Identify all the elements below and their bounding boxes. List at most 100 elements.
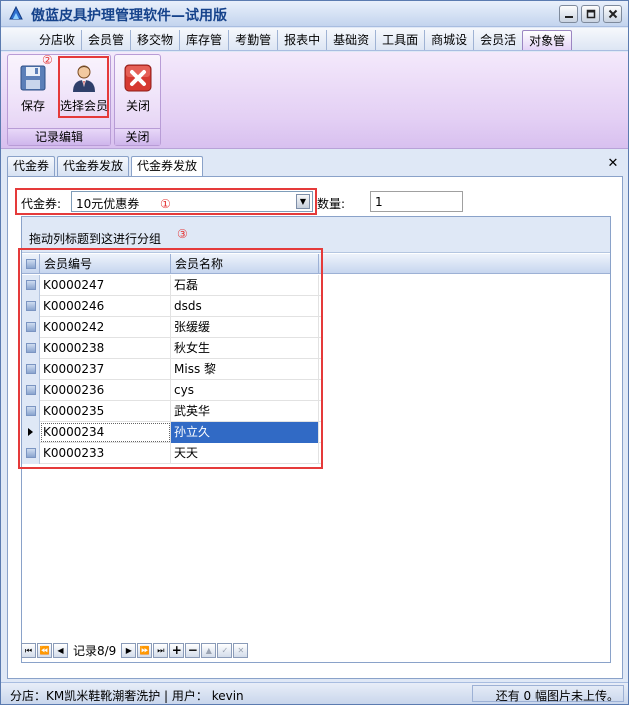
header-indicator (22, 254, 40, 274)
restore-icon (586, 9, 595, 19)
grid-rows: K0000247 石磊 K0000246 dsds K0000242 张缓缓 K… (22, 275, 322, 464)
minimize-button[interactable] (559, 5, 578, 23)
row-indicator (22, 443, 40, 464)
menu-tab-basic-data[interactable]: 基础资 (326, 30, 375, 50)
menu-bar: 分店收 会员管 移交物 库存管 考勤管 报表中 基础资 工具面 商城设 会员活 … (1, 28, 628, 51)
member-code-cell[interactable]: K0000246 (40, 296, 171, 317)
table-row-selected[interactable]: K0000234 孙立久 (22, 422, 322, 443)
window-controls (559, 5, 622, 23)
row-indicator (22, 317, 40, 338)
annotation-marker-1: ① (160, 197, 171, 211)
table-row[interactable]: K0000233 天天 (22, 443, 322, 464)
column-header-member-code[interactable]: 会员编号 (40, 254, 171, 274)
select-member-button-label: 选择会员 (60, 99, 109, 113)
menu-tab-mall[interactable]: 商城设 (424, 30, 473, 50)
ribbon-group-label-record-edit: 记录编辑 (8, 128, 110, 145)
current-row-arrow-icon (28, 428, 33, 436)
table-row[interactable]: K0000237 Miss 黎 (22, 359, 322, 380)
member-name-cell[interactable]: 石磊 (171, 275, 319, 296)
cancel-edit-icon[interactable]: ✕ (233, 642, 249, 658)
member-name-cell[interactable]: dsds (171, 296, 319, 317)
group-by-hint: 拖动列标题到这进行分组 (29, 232, 162, 246)
menu-tab-reports[interactable]: 报表中 (277, 30, 326, 50)
row-indicator (22, 338, 40, 359)
member-code-cell[interactable]: K0000235 (40, 401, 171, 422)
member-name-cell[interactable]: 秋女生 (171, 338, 319, 359)
table-row[interactable]: K0000235 武英华 (22, 401, 322, 422)
menu-tab-tools[interactable]: 工具面 (375, 30, 424, 50)
ribbon-group-close: 关闭 关闭 (114, 54, 161, 146)
prev-page-icon[interactable]: ⏪ (37, 642, 52, 658)
member-person-icon (72, 65, 95, 92)
ribbon: 保存 选择会员 ② 记录编辑 关闭 关闭 (1, 52, 628, 149)
prev-record-icon[interactable]: ◀ (53, 642, 68, 658)
member-name-cell[interactable]: 张缓缓 (171, 317, 319, 338)
post-edit-icon[interactable]: ✓ (217, 642, 233, 658)
row-indicator (22, 275, 40, 296)
row-indicator (22, 296, 40, 317)
table-row[interactable]: K0000246 dsds (22, 296, 322, 317)
ribbon-group-label-close: 关闭 (115, 128, 160, 145)
row-indicator-current (22, 422, 40, 443)
doc-tab-coupon-issue-2[interactable]: 代金券发放 (131, 156, 204, 177)
red-x-close-icon (124, 64, 152, 92)
grid-header: 会员编号 会员名称 (22, 254, 610, 274)
close-window-button[interactable] (603, 5, 622, 23)
member-name-cell[interactable]: Miss 黎 (171, 359, 319, 380)
table-row[interactable]: K0000247 石磊 (22, 275, 322, 296)
member-name-cell[interactable]: 武英华 (171, 401, 319, 422)
record-navigator: ⏮ ⏪ ◀ 记录8/9 ▶ ⏩ ⏭ + − ▲ ✓ ✕ (21, 640, 611, 660)
menu-tab-object-manage[interactable]: 对象管 (522, 30, 573, 50)
member-code-cell[interactable]: K0000237 (40, 359, 171, 380)
chevron-down-icon[interactable]: ▼ (296, 194, 310, 209)
status-upload-info: 还有 0 幅图片未上传。 (472, 685, 624, 703)
member-name-cell[interactable]: 孙立久 (171, 422, 319, 443)
last-record-icon[interactable]: ⏭ (153, 642, 169, 658)
member-code-cell[interactable]: K0000236 (40, 380, 171, 401)
table-row[interactable]: K0000242 张缓缓 (22, 317, 322, 338)
edit-record-icon[interactable]: ▲ (201, 642, 217, 658)
row-indicator (22, 401, 40, 422)
group-by-panel[interactable]: 拖动列标题到这进行分组 ③ (22, 217, 610, 253)
member-code-cell[interactable]: K0000234 (40, 422, 171, 443)
ribbon-group-record-edit: 保存 选择会员 ② 记录编辑 (7, 54, 111, 146)
menu-tab-member[interactable]: 会员管 (81, 30, 130, 50)
doc-tab-coupon-issue-1[interactable]: 代金券发放 (57, 156, 130, 176)
add-record-icon[interactable]: + (169, 642, 185, 658)
quantity-label: 数量: (317, 197, 346, 211)
restore-button[interactable] (581, 5, 600, 23)
menu-tab-inventory[interactable]: 库存管 (179, 30, 228, 50)
app-window: 傲蓝皮具护理管理软件—试用版 分店收 会员管 移交物 库存管 考勤管 报表中 基… (0, 0, 629, 705)
next-record-icon[interactable]: ▶ (121, 642, 137, 658)
member-code-cell[interactable]: K0000242 (40, 317, 171, 338)
menu-tab-store-cashier[interactable]: 分店收 (33, 30, 81, 50)
next-page-icon[interactable]: ⏩ (137, 642, 153, 658)
member-code-cell[interactable]: K0000247 (40, 275, 171, 296)
app-logo-icon (9, 5, 23, 20)
member-code-cell[interactable]: K0000238 (40, 338, 171, 359)
quantity-input[interactable]: 1 (370, 191, 463, 212)
table-row[interactable]: K0000236 cys (22, 380, 322, 401)
table-row[interactable]: K0000238 秋女生 (22, 338, 322, 359)
record-position: 记录8/9 (73, 643, 117, 658)
member-grid: 拖动列标题到这进行分组 ③ 会员编号 会员名称 K0000247 石磊 K000… (21, 216, 611, 663)
close-tab-icon[interactable]: ✕ (606, 157, 620, 171)
annotation-marker-3: ③ (177, 227, 188, 241)
annotation-marker-2: ② (42, 53, 53, 67)
column-header-member-name[interactable]: 会员名称 (171, 254, 319, 274)
menu-tab-member-activity[interactable]: 会员活 (473, 30, 522, 50)
member-name-cell[interactable]: 天天 (171, 443, 319, 464)
menu-tab-transfer[interactable]: 移交物 (130, 30, 179, 50)
delete-record-icon[interactable]: − (185, 642, 201, 658)
member-name-cell[interactable]: cys (171, 380, 319, 401)
save-button[interactable]: 保存 (10, 57, 56, 125)
status-bar: 分店：KM凯米鞋靴潮奢洗护 | 用户： kevin 还有 0 幅图片未上传。 (1, 682, 628, 704)
row-indicator (22, 380, 40, 401)
doc-tab-coupon[interactable]: 代金券 (7, 156, 56, 176)
close-button[interactable]: 关闭 (117, 57, 159, 125)
select-member-button[interactable]: 选择会员 (58, 56, 109, 118)
coupon-select[interactable]: 10元优惠券 ▼ (71, 191, 313, 212)
first-record-icon[interactable]: ⏮ (21, 642, 36, 658)
menu-tab-attendance[interactable]: 考勤管 (228, 30, 277, 50)
member-code-cell[interactable]: K0000233 (40, 443, 171, 464)
